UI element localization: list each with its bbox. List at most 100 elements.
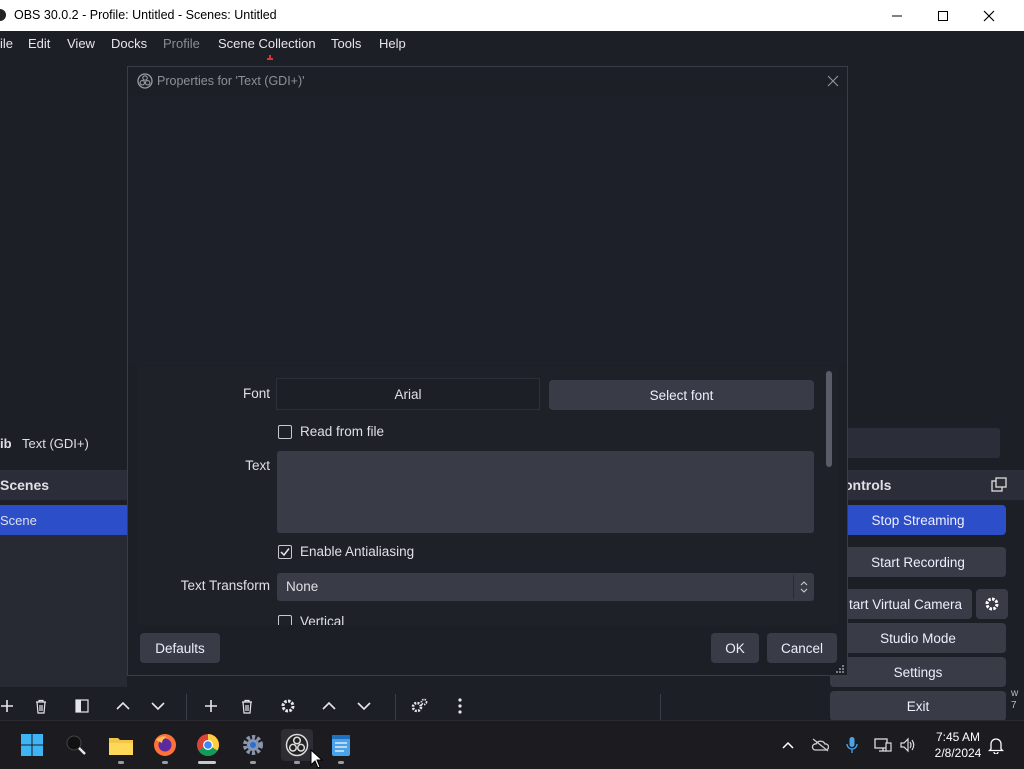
obs-logo-icon: [0, 9, 6, 21]
add-scene-icon[interactable]: [0, 696, 17, 716]
notifications-button[interactable]: [986, 735, 1006, 755]
add-source-icon[interactable]: [201, 696, 221, 716]
start-button[interactable]: [16, 729, 48, 761]
running-indicator: [294, 761, 300, 764]
onedrive-tray[interactable]: [810, 735, 830, 755]
controls-dock-header: ontrols: [844, 470, 1024, 500]
close-window-button[interactable]: [966, 0, 1012, 31]
microphone-tray[interactable]: [842, 735, 862, 755]
ok-button[interactable]: OK: [711, 633, 759, 663]
exit-button[interactable]: Exit: [830, 691, 1006, 721]
menu-bar: ile Edit View Docks Profile Scene Collec…: [0, 31, 1024, 60]
resize-grip-icon[interactable]: [835, 664, 845, 674]
menu-docks[interactable]: Docks: [111, 36, 147, 51]
scenes-dock-header: Scenes: [0, 470, 127, 500]
dialog-title-bar: Properties for 'Text (GDI+)': [128, 67, 847, 97]
maximize-icon: [938, 10, 948, 21]
title-bar: OBS 30.0.2 - Profile: Untitled - Scenes:…: [0, 0, 1024, 31]
selected-source-name: Text (GDI+): [22, 436, 89, 451]
cancel-button[interactable]: Cancel: [767, 633, 837, 663]
stop-streaming-button[interactable]: Stop Streaming: [830, 505, 1006, 535]
text-transform-value: None: [286, 579, 319, 594]
vertical-checkbox[interactable]: [278, 615, 292, 625]
source-property-field[interactable]: [846, 428, 1000, 458]
undock-icon[interactable]: [991, 477, 1007, 493]
folder-icon: [109, 738, 133, 755]
text-transform-label: Text Transform: [180, 578, 270, 593]
gear-icon: [243, 735, 263, 755]
volume-tray[interactable]: [898, 735, 918, 755]
running-indicator: [338, 761, 344, 764]
text-transform-select[interactable]: None: [277, 573, 814, 601]
scenes-list: [0, 535, 127, 687]
notepad-app[interactable]: [325, 729, 357, 761]
virtual-camera-settings-button[interactable]: [976, 589, 1008, 619]
enable-antialiasing-label: Enable Antialiasing: [300, 544, 415, 559]
network-icon: [874, 738, 892, 752]
studio-mode-button[interactable]: Studio Mode: [830, 623, 1006, 653]
menu-scene-collection[interactable]: Scene Collection: [218, 36, 316, 51]
minimize-icon: [892, 15, 902, 16]
spinner-arrows-icon: [800, 581, 808, 593]
close-icon: [983, 10, 995, 21]
defaults-button[interactable]: Defaults: [140, 633, 220, 663]
font-label: Font: [242, 386, 270, 401]
network-tray[interactable]: [873, 735, 893, 755]
properties-scrollbar[interactable]: [826, 371, 832, 467]
microphone-icon: [846, 737, 858, 753]
enable-antialiasing-checkbox[interactable]: [278, 545, 292, 559]
search-button[interactable]: [60, 729, 92, 761]
menu-help[interactable]: Help: [379, 36, 406, 51]
settings-app[interactable]: [237, 729, 269, 761]
settings-button[interactable]: Settings: [830, 657, 1006, 687]
scenes-title: Scenes: [0, 477, 50, 493]
menu-view[interactable]: View: [67, 36, 95, 51]
remove-scene-icon[interactable]: [31, 696, 51, 716]
move-source-down-icon[interactable]: [354, 696, 374, 716]
select-font-button[interactable]: Select font: [549, 380, 814, 410]
maximize-button[interactable]: [920, 0, 966, 31]
move-source-up-icon[interactable]: [319, 696, 339, 716]
remove-source-icon[interactable]: [237, 696, 257, 716]
menu-edit[interactable]: Edit: [28, 36, 50, 51]
menu-profile[interactable]: Profile: [163, 36, 200, 51]
cloud-off-icon: [811, 738, 829, 752]
properties-panel: Font Arial Select font Read from file Te…: [138, 367, 838, 625]
start-recording-button[interactable]: Start Recording: [830, 547, 1006, 577]
firefox-icon: [154, 734, 176, 756]
close-icon[interactable]: [824, 72, 842, 90]
source-preview: [128, 97, 847, 365]
obs-app[interactable]: [281, 729, 313, 761]
move-scene-up-icon[interactable]: [113, 696, 133, 716]
taskbar-clock[interactable]: 7:45 AM 2/8/2024: [928, 729, 988, 761]
minimize-button[interactable]: [874, 0, 920, 31]
read-from-file-checkbox[interactable]: [278, 425, 292, 439]
move-scene-down-icon[interactable]: [148, 696, 168, 716]
windows-logo-icon: [21, 734, 43, 756]
vertical-label: Vertical: [300, 614, 345, 625]
menu-tools[interactable]: Tools: [331, 36, 361, 51]
firefox-app[interactable]: [149, 729, 181, 761]
obs-logo-icon: [137, 73, 153, 89]
read-from-file-label: Read from file: [300, 424, 385, 439]
text-label: Text: [245, 458, 270, 473]
scene-filters-icon[interactable]: [72, 696, 92, 716]
start-virtual-camera-button[interactable]: tart Virtual Camera: [830, 589, 972, 619]
menu-file[interactable]: ile: [0, 36, 13, 51]
text-input[interactable]: [277, 451, 814, 533]
more-options-icon[interactable]: [450, 696, 470, 716]
source-properties-icon[interactable]: [278, 696, 298, 716]
show-hidden-icons-button[interactable]: [778, 735, 798, 755]
source-toolbar: ib Text (GDI+): [0, 428, 130, 458]
chevron-up-icon: [782, 741, 794, 749]
mouse-cursor-icon: [310, 749, 323, 769]
scene-item-label: Scene: [0, 513, 37, 528]
obs-logo-icon: [285, 733, 309, 757]
edge-text: w 7: [1011, 688, 1019, 711]
running-indicator: [162, 761, 168, 764]
file-explorer-app[interactable]: [105, 729, 137, 761]
audio-mixer-settings-icon[interactable]: [409, 696, 429, 716]
scene-list-item[interactable]: Scene: [0, 505, 127, 535]
font-name-display: Arial: [276, 378, 540, 410]
chrome-app[interactable]: [192, 729, 224, 761]
